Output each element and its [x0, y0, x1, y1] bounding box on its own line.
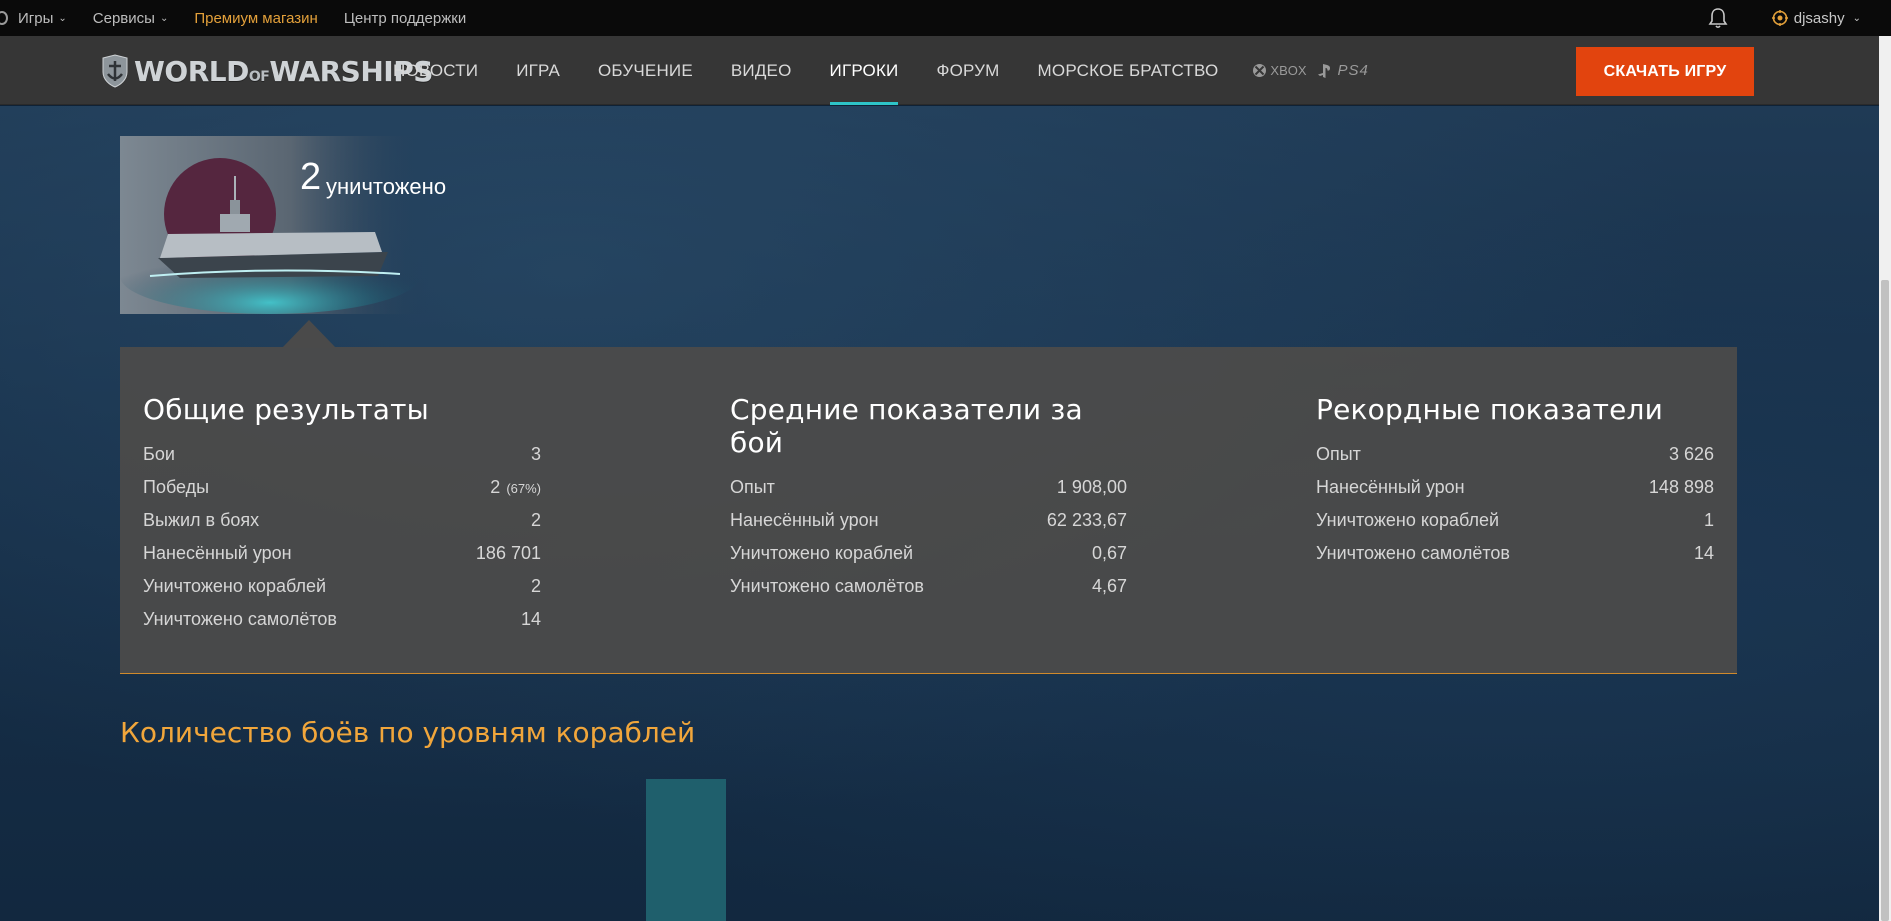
stat-label: Победы — [143, 477, 210, 497]
playstation-icon — [1317, 63, 1330, 78]
topbar-services-label: Сервисы — [92, 9, 155, 27]
stat-value: 1 — [1703, 510, 1714, 530]
average-per-battle-column: Средние показатели за бой Опыт 1 908,00 … — [730, 393, 1127, 609]
world-of-warships-logo[interactable]: WORLDOFWARSHIPS — [100, 54, 433, 88]
stat-row: Опыт 1 908,00 — [730, 477, 1127, 510]
stat-row: Уничтожено кораблей 1 — [1316, 510, 1714, 543]
stat-row: Уничтожено кораблей 2 — [143, 576, 541, 609]
stat-row: Бои 3 — [143, 444, 541, 477]
topbar-premium-shop-link[interactable]: Премиум магазин — [194, 10, 317, 27]
stat-value: 2 — [530, 576, 541, 596]
stat-label: Уничтожено самолётов — [730, 576, 924, 596]
stat-label: Выжил в боях — [143, 510, 260, 530]
topbar-premium-label: Премиум магазин — [194, 9, 318, 27]
record-stats-column: Рекордные показатели Опыт 3 626 Нанесённ… — [1316, 393, 1714, 576]
overall-results-column: Общие результаты Бои 3 Победы 2 (67%) Выж… — [143, 393, 541, 642]
nav-news[interactable]: НОВОСТИ — [393, 36, 478, 105]
page-scrollbar[interactable] — [1879, 36, 1891, 921]
chevron-down-icon: ⌄ — [159, 12, 169, 24]
stat-value: 14 — [520, 609, 541, 629]
stat-row: Нанесённый урон 62 233,67 — [730, 510, 1127, 543]
battles-by-tier-title: Количество боёв по уровням кораблей — [120, 716, 696, 749]
stat-label: Опыт — [730, 477, 775, 497]
user-menu[interactable]: djsashy ⌄ — [1771, 9, 1861, 27]
topbar-support-link[interactable]: Центр поддержки — [344, 10, 466, 27]
ps4-link[interactable]: PS4 — [1317, 62, 1369, 79]
nav-video[interactable]: ВИДЕО — [731, 36, 792, 105]
system-top-bar: Игры ⌄ Сервисы ⌄ Премиум магазин Центр п… — [0, 0, 1891, 36]
kill-count: 2 — [300, 156, 322, 198]
nav-naval-brotherhood[interactable]: МОРСКОЕ БРАТСТВО — [1038, 36, 1219, 105]
stat-row: Уничтожено самолётов 4,67 — [730, 576, 1127, 609]
stat-row: Нанесённый урон 186 701 — [143, 543, 541, 576]
topbar-services-menu[interactable]: Сервисы ⌄ — [93, 10, 169, 27]
aircraft-carrier-image — [120, 136, 430, 314]
wargaming-icon[interactable] — [0, 11, 8, 25]
overall-results-title: Общие результаты — [143, 393, 429, 426]
stat-value: 2 — [530, 510, 541, 530]
stat-label: Уничтожено кораблей — [1316, 510, 1500, 530]
nav-forum[interactable]: ФОРУМ — [936, 36, 999, 105]
nav-game[interactable]: ИГРА — [516, 36, 560, 105]
stat-label: Уничтожено кораблей — [730, 543, 914, 563]
chevron-down-icon: ⌄ — [58, 12, 67, 24]
card-pointer-arrow — [282, 320, 336, 348]
ship-card[interactable]: 2 уничтожено — [120, 136, 450, 314]
stat-label: Нанесённый урон — [1316, 477, 1465, 497]
stat-row: Уничтожено самолётов 14 — [143, 609, 541, 642]
stat-label: Бои — [143, 444, 175, 464]
stat-value: 186 701 — [475, 543, 541, 563]
stats-panel: Общие результаты Бои 3 Победы 2 (67%) Выж… — [120, 347, 1737, 674]
scrollbar-thumb[interactable] — [1881, 280, 1889, 921]
bell-icon[interactable] — [1708, 7, 1728, 29]
xbox-label: XBOX — [1270, 63, 1307, 78]
nav-players[interactable]: ИГРОКИ — [829, 36, 899, 105]
topbar-left: Игры ⌄ Сервисы ⌄ Премиум магазин Центр п… — [0, 0, 492, 36]
nav-learning[interactable]: ОБУЧЕНИЕ — [598, 36, 693, 105]
stat-row: Опыт 3 626 — [1316, 444, 1714, 477]
platform-links: XBOX PS4 — [1252, 62, 1378, 79]
download-game-button[interactable]: СКАЧАТЬ ИГРУ — [1576, 47, 1754, 96]
stat-value: 1 908,00 — [1056, 477, 1127, 497]
stat-label: Уничтожено самолётов — [1316, 543, 1510, 563]
xbox-icon — [1253, 64, 1267, 77]
stat-label: Уничтожено самолётов — [143, 609, 337, 629]
stat-row: Уничтожено самолётов 14 — [1316, 543, 1714, 576]
username: djsashy — [1793, 9, 1845, 27]
topbar-games-label: Игры — [18, 9, 54, 27]
stat-value: 2 — [490, 477, 501, 497]
topbar-support-label: Центр поддержки — [343, 9, 467, 27]
user-icon — [1771, 10, 1788, 26]
stat-value: 0,67 — [1091, 543, 1127, 563]
stat-value: 62 233,67 — [1046, 510, 1127, 530]
stat-value: 3 626 — [1668, 444, 1714, 464]
record-stats-title: Рекордные показатели — [1316, 393, 1664, 426]
nav-links: НОВОСТИ ИГРА ОБУЧЕНИЕ ВИДЕО ИГРОКИ ФОРУМ… — [393, 36, 1379, 105]
stat-value: 148 898 — [1648, 477, 1714, 497]
stat-row: Победы 2 (67%) — [143, 477, 541, 510]
stat-row: Нанесённый урон 148 898 — [1316, 477, 1714, 510]
tier-bar[interactable] — [646, 779, 726, 921]
xbox-link[interactable]: XBOX — [1252, 63, 1307, 78]
stat-row: Выжил в боях 2 — [143, 510, 541, 543]
stat-value: 3 — [530, 444, 541, 464]
topbar-games-menu[interactable]: Игры ⌄ — [18, 10, 67, 27]
stat-row: Уничтожено кораблей 0,67 — [730, 543, 1127, 576]
stat-value: 14 — [1693, 543, 1714, 563]
chevron-down-icon: ⌄ — [1852, 12, 1861, 24]
topbar-right: djsashy ⌄ — [1708, 0, 1891, 36]
average-per-battle-title: Средние показатели за бой — [730, 393, 1083, 459]
anchor-shield-icon — [102, 54, 128, 88]
stat-label: Уничтожено кораблей — [143, 576, 327, 596]
brand-wordmark: WORLDOFWARSHIPS — [134, 54, 433, 88]
stat-value-group: 2 (67%) — [490, 477, 541, 498]
stat-value: 4,67 — [1091, 576, 1127, 596]
win-rate-percent: (67%) — [506, 481, 541, 496]
stat-label: Нанесённый урон — [143, 543, 292, 563]
kill-label: уничтожено — [326, 174, 447, 199]
stat-label: Опыт — [1316, 444, 1361, 464]
stat-label: Нанесённый урон — [730, 510, 879, 530]
ps4-label: PS4 — [1337, 62, 1369, 79]
main-navigation: WORLDOFWARSHIPS НОВОСТИ ИГРА ОБУЧЕНИЕ ВИ… — [0, 36, 1891, 105]
